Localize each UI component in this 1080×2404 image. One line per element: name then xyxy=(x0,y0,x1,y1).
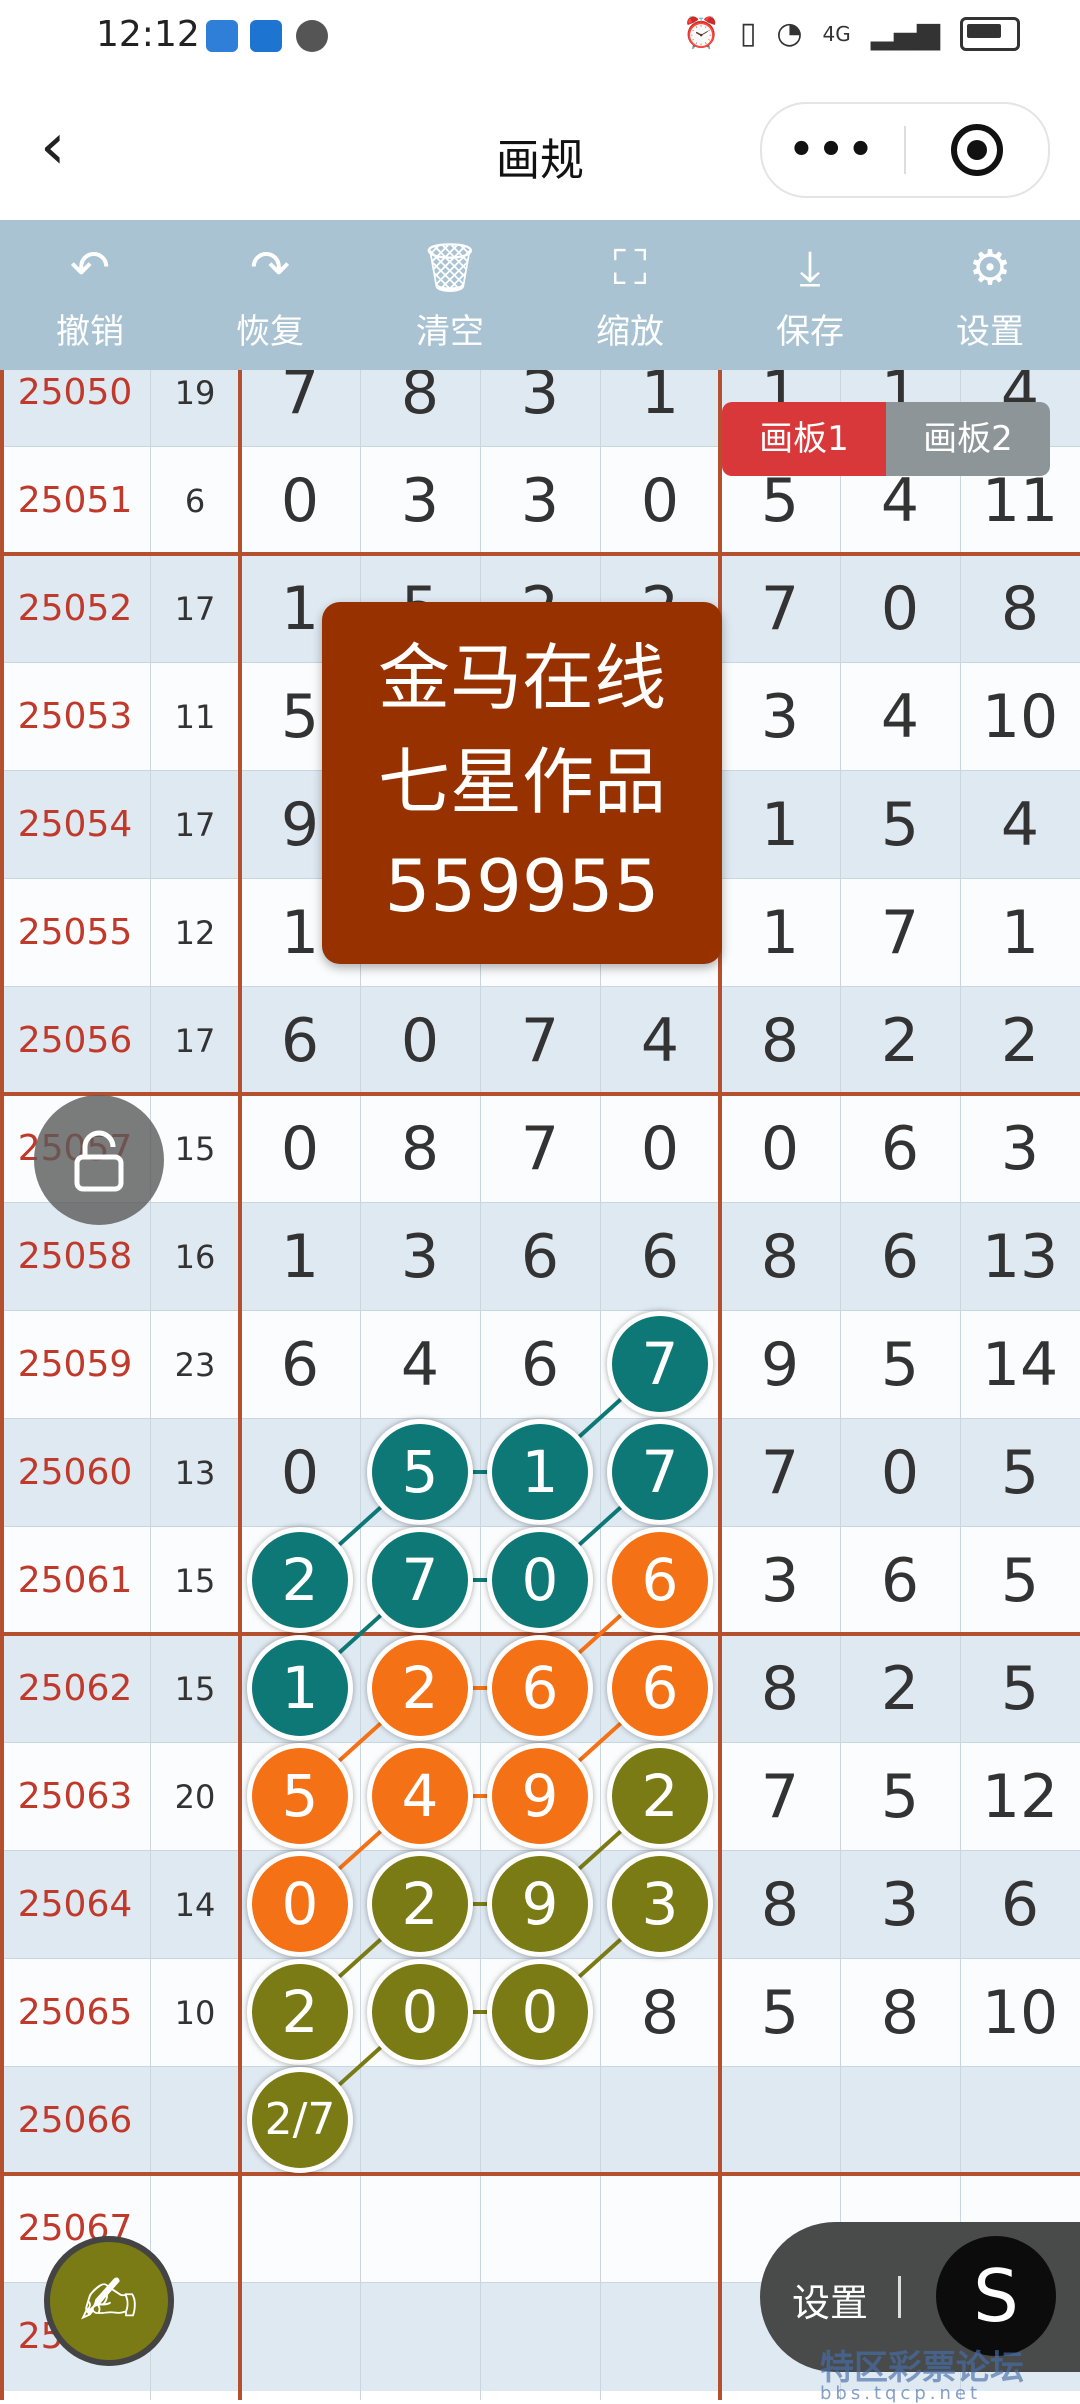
pen-button[interactable]: ✍ xyxy=(44,2236,174,2366)
status-time: 12:12 xyxy=(96,14,200,55)
settings-button[interactable]: ⚙ 设置 xyxy=(900,220,1080,370)
lock-icon xyxy=(74,1130,124,1192)
marked-number-ball[interactable]: 7 xyxy=(607,1419,713,1525)
marked-number-ball[interactable]: 1 xyxy=(487,1419,593,1525)
marked-number-ball[interactable]: 3 xyxy=(607,1851,713,1957)
alarm-icon: ⏰ xyxy=(682,16,720,51)
marked-number-ball[interactable]: 7 xyxy=(367,1527,473,1633)
marked-number-ball[interactable]: 2 xyxy=(247,1959,353,2065)
redo-button[interactable]: ↷ 恢复 xyxy=(180,220,360,370)
lock-button[interactable] xyxy=(34,1095,164,1225)
pen-icon: ✍ xyxy=(79,2260,139,2342)
marked-number-ball[interactable]: 2 xyxy=(367,1851,473,1957)
marked-number-ball[interactable]: 2/7 xyxy=(247,2067,353,2173)
notification-app-icon xyxy=(250,20,282,52)
target-icon xyxy=(951,124,1003,176)
watermark-text: 特区彩票论坛 xyxy=(820,2348,1024,2388)
marked-number-ball[interactable]: 9 xyxy=(487,1851,593,1957)
toolbar: ↶ 撤销 ↷ 恢复 🗑 清空 ⛶ 缩放 ⤓ 保存 ⚙ 设置 xyxy=(0,220,1080,370)
promo-banner: 金马在线 七星作品 559955 xyxy=(322,602,722,964)
marked-number-ball[interactable]: 0 xyxy=(367,1959,473,2065)
more-dots-icon[interactable]: ••• xyxy=(762,127,904,173)
panel-divider xyxy=(898,2276,901,2318)
marked-number-ball[interactable]: 6 xyxy=(607,1635,713,1741)
marked-number-ball[interactable]: 6 xyxy=(487,1635,593,1741)
wifi-icon: ◔ xyxy=(776,16,803,51)
status-icons: ⏰ ▯ ◔ 4G ▂▄▆ xyxy=(682,16,1020,51)
tab-board-1[interactable]: 画板1 xyxy=(722,402,886,476)
status-bar: 12:12 ⏰ ▯ ◔ 4G ▂▄▆ xyxy=(0,0,1080,80)
undo-icon: ↶ xyxy=(69,239,111,296)
settings-label: 设置 xyxy=(956,311,1024,352)
redo-icon: ↷ xyxy=(249,239,291,296)
zoom-button[interactable]: ⛶ 缩放 xyxy=(540,220,720,370)
clear-label: 清空 xyxy=(416,311,484,352)
marked-number-ball[interactable]: 2 xyxy=(607,1743,713,1849)
marked-number-ball[interactable]: 2 xyxy=(367,1635,473,1741)
marked-number-ball[interactable]: 0 xyxy=(487,1959,593,2065)
undo-label: 撤销 xyxy=(56,311,124,352)
download-icon: ⤓ xyxy=(799,239,821,296)
save-button[interactable]: ⤓ 保存 xyxy=(720,220,900,370)
zoom-label: 缩放 xyxy=(596,311,664,352)
marked-number-ball[interactable]: 4 xyxy=(367,1743,473,1849)
marked-number-ball[interactable]: 0 xyxy=(487,1527,593,1633)
marked-number-ball[interactable]: 2 xyxy=(247,1527,353,1633)
tab-board-2[interactable]: 画板2 xyxy=(886,402,1050,476)
watermark-sub: bbs.tqcp.net xyxy=(820,2383,982,2404)
redo-label: 恢复 xyxy=(236,311,304,352)
marked-number-ball[interactable]: 0 xyxy=(247,1851,353,1957)
vibrate-icon: ▯ xyxy=(739,16,757,51)
gear-icon: ⚙ xyxy=(968,239,1012,296)
s-button[interactable]: S xyxy=(936,2236,1056,2356)
network-label: 4G xyxy=(822,21,851,46)
signal-icon: ▂▄▆ xyxy=(870,16,940,51)
floating-settings-label[interactable]: 设置 xyxy=(792,2272,868,2327)
marked-number-ball[interactable]: 1 xyxy=(247,1635,353,1741)
mini-program-capsule: ••• xyxy=(760,102,1050,198)
marked-number-ball[interactable]: 7 xyxy=(607,1311,713,1417)
marked-number-ball[interactable]: 5 xyxy=(367,1419,473,1525)
undo-button[interactable]: ↶ 撤销 xyxy=(0,220,180,370)
message-icon xyxy=(296,20,328,52)
banner-line1: 金马在线 xyxy=(377,636,666,720)
trash-icon: 🗑 xyxy=(419,239,481,296)
marked-number-ball[interactable]: 5 xyxy=(247,1743,353,1849)
zoom-icon: ⛶ xyxy=(613,239,647,296)
banner-line3: 559955 xyxy=(384,844,660,928)
marked-number-ball[interactable]: 9 xyxy=(487,1743,593,1849)
save-label: 保存 xyxy=(776,311,844,352)
battery-icon xyxy=(960,16,1020,51)
watermark: 特区彩票论坛 bbs.tqcp.net xyxy=(820,2340,1080,2404)
close-target-button[interactable] xyxy=(906,124,1048,176)
navigation-bar: ‹ 画规 ••• xyxy=(0,80,1080,220)
marked-number-ball[interactable]: 6 xyxy=(607,1527,713,1633)
notification-app-icon xyxy=(206,20,238,52)
clear-button[interactable]: 🗑 清空 xyxy=(360,220,540,370)
board-tabs: 画板1 画板2 xyxy=(722,402,1050,476)
banner-line2: 七星作品 xyxy=(377,740,666,824)
